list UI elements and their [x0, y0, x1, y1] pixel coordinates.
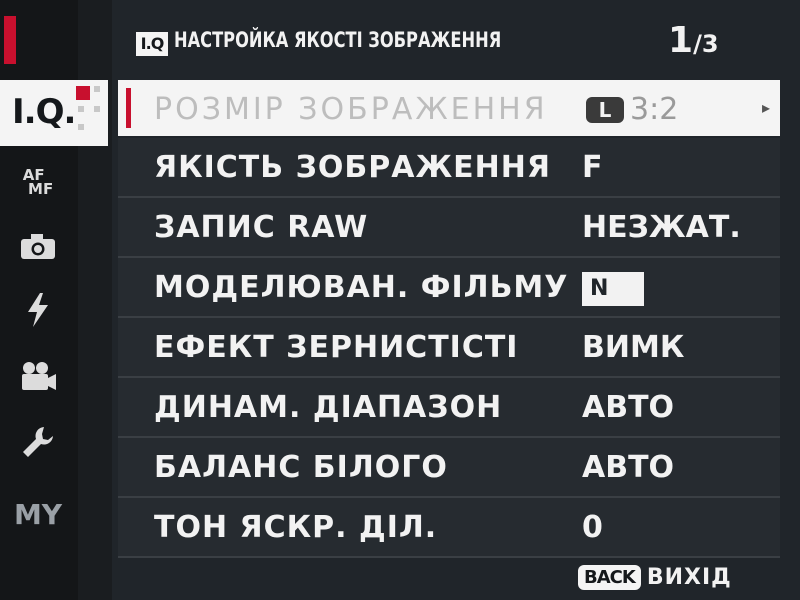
menu-header: I.Q НАСТРОЙКА ЯКОСТІ ЗОБРАЖЕННЯ 1/3: [112, 18, 772, 68]
menu-item-image-size[interactable]: РОЗМІР ЗОБРАЖЕННЯ L 3:2 ▸: [118, 80, 780, 136]
menu-item-label: БАЛАНС БІЛОГО: [154, 450, 448, 485]
menu-tabs: I.Q. AF MF MY: [0, 0, 108, 600]
size-badge: L: [586, 96, 624, 123]
footer-hint: BACK ВИХІД: [578, 560, 732, 594]
menu-item-label: ТОН ЯСКР. ДІЛ.: [154, 510, 438, 545]
camera-menu-screen: I.Q. AF MF MY I.Q НАСТРОЙКА ЯКОСТІ ЗОБРА…: [0, 0, 800, 600]
tab-image-quality[interactable]: I.Q.: [0, 80, 108, 146]
menu-item-dynamic-range[interactable]: ДИНАМ. ДІАПАЗОН АВТО: [118, 378, 780, 438]
menu-list: РОЗМІР ЗОБРАЖЕННЯ L 3:2 ▸ ЯКІСТЬ ЗОБРАЖЕ…: [118, 80, 780, 558]
tab-my-menu-label: MY: [13, 497, 63, 531]
tab-active-indicator: [76, 86, 90, 100]
tab-flash[interactable]: [14, 290, 62, 330]
menu-item-grain-effect[interactable]: ЕФЕКТ ЗЕРНИСТІСТІ ВИМК: [118, 318, 780, 378]
tab-af-mf-label: AF MF: [22, 166, 54, 198]
page-dot: [78, 124, 84, 130]
menu-item-label: ДИНАМ. ДІАПАЗОН: [154, 390, 503, 425]
tab-setup[interactable]: [14, 422, 62, 462]
selection-marker: [126, 88, 131, 128]
page-total: /3: [693, 30, 719, 58]
camera-icon: [21, 234, 55, 259]
menu-item-label: ЗАПИС RAW: [154, 210, 369, 245]
page-title: НАСТРОЙКА ЯКОСТІ ЗОБРАЖЕННЯ: [174, 28, 502, 52]
menu-item-value: ВИМК: [582, 330, 685, 365]
flash-icon: [28, 293, 48, 327]
menu-item-label: МОДЕЛЮВАН. ФІЛЬМУ: [154, 270, 569, 305]
menu-item-highlight-tone[interactable]: ТОН ЯСКР. ДІЛ. 0: [118, 498, 780, 558]
page-dot: [94, 106, 100, 112]
chevron-right-icon: ▸: [761, 98, 770, 117]
menu-item-value: АВТО: [582, 450, 675, 485]
menu-item-white-balance[interactable]: БАЛАНС БІЛОГО АВТО: [118, 438, 780, 498]
aspect-ratio-value: 3:2: [630, 92, 679, 127]
tab-shooting[interactable]: [14, 226, 62, 266]
tab-movie[interactable]: [14, 356, 62, 396]
menu-item-label: ЯКІСТЬ ЗОБРАЖЕННЯ: [154, 150, 551, 185]
film-simulation-icon: N: [582, 272, 644, 306]
movie-camera-icon: [22, 362, 56, 390]
iq-badge: I.Q: [136, 32, 168, 56]
menu-item-raw-recording[interactable]: ЗАПИС RAW НЕЗЖАТ.: [118, 198, 780, 258]
menu-item-value: НЕЗЖАТ.: [582, 210, 741, 245]
menu-item-film-simulation[interactable]: МОДЕЛЮВАН. ФІЛЬМУ N: [118, 258, 780, 318]
menu-item-value: 0: [582, 510, 603, 545]
page-dot: [78, 106, 84, 112]
tab-af-mf[interactable]: AF MF: [14, 162, 62, 202]
wrench-icon: [23, 427, 53, 457]
page-current: 1: [668, 20, 694, 61]
menu-item-image-quality[interactable]: ЯКІСТЬ ЗОБРАЖЕННЯ F: [118, 138, 780, 198]
back-button[interactable]: BACK: [578, 564, 641, 590]
menu-item-value: N: [582, 270, 644, 314]
page-dot: [94, 86, 100, 92]
active-section-marker: [4, 16, 16, 64]
tab-image-quality-label: I.Q.: [12, 92, 76, 132]
menu-item-label: ЕФЕКТ ЗЕРНИСТІСТІ: [154, 330, 519, 365]
exit-label: ВИХІД: [646, 564, 732, 590]
film-simulation-icon-text: N: [590, 276, 608, 301]
menu-item-value: F: [582, 150, 603, 185]
menu-item-value: АВТО: [582, 390, 675, 425]
menu-item-label: РОЗМІР ЗОБРАЖЕННЯ: [154, 92, 548, 127]
page-indicator: 1/3: [668, 20, 719, 61]
menu-item-value: L 3:2: [586, 92, 678, 127]
tab-my-menu[interactable]: MY: [14, 494, 62, 534]
